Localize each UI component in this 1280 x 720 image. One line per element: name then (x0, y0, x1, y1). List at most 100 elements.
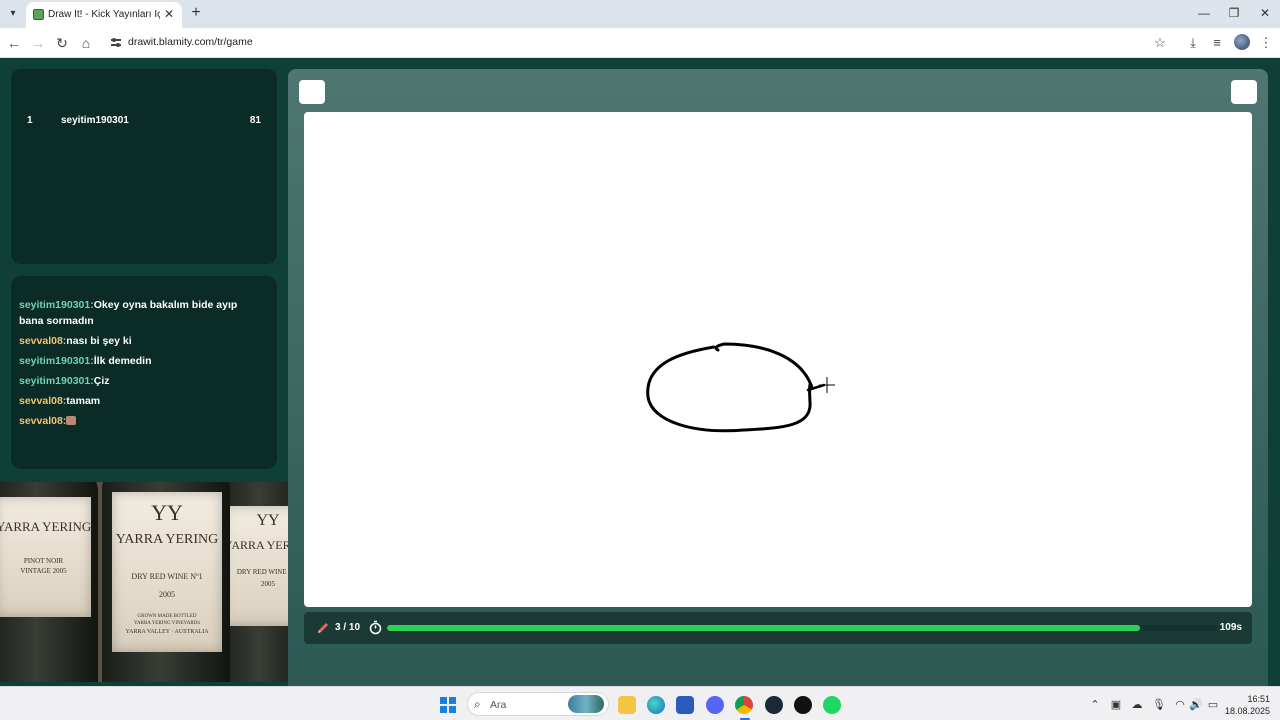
timer-icon (369, 620, 382, 635)
player-rank: 1 (27, 115, 33, 126)
pencil-icon (318, 623, 328, 633)
wifi-icon[interactable]: ◠ (1173, 698, 1187, 712)
chat-username: sevval08: (19, 335, 67, 347)
chat-message: seyitim190301:İlk demedin (19, 353, 259, 369)
minimize-button[interactable]: — (1195, 4, 1213, 22)
address-bar[interactable]: drawit.blamity.com/tr/game (128, 36, 253, 48)
chat-message: seyitim190301:Okey oyna bakalım bide ayı… (19, 297, 259, 329)
system-clock[interactable]: 16:51 18.08.2025 (1225, 693, 1270, 717)
volume-icon[interactable]: 🔊 (1189, 698, 1203, 712)
game-area: 3 / 10 109s (288, 69, 1268, 686)
chat-message: sevval08:nası bi şey ki (19, 333, 259, 349)
back-button[interactable]: ← (5, 34, 23, 52)
crosshair-cursor-icon (819, 377, 835, 393)
right-corner-button[interactable] (1231, 80, 1257, 104)
bottle-label-center: YY YARRA YERING DRY RED WINE Nº1 2005 GR… (112, 492, 222, 652)
edge-browser-icon[interactable] (647, 696, 665, 714)
wine-bottle-left: YARRA YERING PINOT NOIR VINTAGE 2005 (0, 482, 98, 682)
bottle-label-left: YARRA YERING PINOT NOIR VINTAGE 2005 (0, 497, 91, 617)
chat-panel: seyitim190301:Okey oyna bakalım bide ayı… (11, 276, 277, 469)
spotify-icon[interactable] (823, 696, 841, 714)
file-explorer-icon[interactable] (618, 696, 636, 714)
label-vintage: VINTAGE 2005 (20, 567, 67, 575)
browser-menu-icon[interactable]: ⋮ (1257, 34, 1275, 52)
drawing-canvas[interactable] (304, 112, 1252, 607)
close-window-button[interactable]: ✕ (1256, 4, 1274, 22)
chat-message: sevval08: (19, 413, 259, 429)
chat-username: sevval08: (19, 395, 67, 407)
clock-time: 16:51 (1247, 694, 1270, 704)
tab-title: Draw It! - Kick Yayınları İçin Çizi (48, 9, 160, 20)
scoreboard-panel: 1 seyitim190301 81 (11, 69, 277, 264)
chat-username: sevval08: (19, 415, 67, 427)
chat-message: sevval08:tamam (19, 393, 259, 409)
clock-date: 18.08.2025 (1224, 706, 1270, 716)
site-info-icon[interactable] (110, 36, 122, 48)
wine-bottle-center: YY YARRA YERING DRY RED WINE Nº1 2005 GR… (102, 482, 230, 682)
game-page: 1 seyitim190301 81 seyitim190301:Okey oy… (0, 59, 1280, 686)
webcam-overlay: YARRA YERING PINOT NOIR VINTAGE 2005 YY … (0, 482, 301, 682)
timer-progress-track (387, 625, 1217, 631)
label-fineprint: GROWN MADE BOTTLED (137, 614, 197, 619)
chat-text: İlk demedin (93, 355, 152, 367)
discord-icon[interactable] (706, 696, 724, 714)
store-icon[interactable] (676, 696, 694, 714)
round-status-bar: 3 / 10 109s (304, 612, 1252, 644)
taskbar-search[interactable]: ⌕ Ara (467, 692, 609, 716)
downloads-icon[interactable]: ⤓ (1184, 34, 1202, 52)
drawing-layer (646, 342, 835, 433)
chat-username: seyitim190301: (19, 355, 94, 367)
reload-button[interactable]: ↻ (53, 34, 71, 52)
steam-icon[interactable] (765, 696, 783, 714)
tab-close-icon[interactable]: ✕ (162, 7, 176, 21)
time-remaining: 109s (1219, 622, 1242, 633)
browser-tab-strip: ▾ Draw It! - Kick Yayınları İçin Çizi ✕ … (0, 0, 1280, 28)
browser-toolbar: ← → ↻ ⌂ drawit.blamity.com/tr/game ☆ ⤓ ≡… (0, 28, 1280, 58)
forward-button[interactable]: → (29, 34, 47, 52)
tray-overflow-chevron-icon[interactable]: ⌃ (1088, 698, 1102, 712)
battery-icon[interactable]: ▭ (1206, 698, 1220, 712)
scoreboard-row: 1 seyitim190301 81 (11, 115, 277, 129)
chat-text: nası bi şey ki (66, 335, 132, 347)
search-icon: ⌕ (474, 697, 481, 711)
tray-app-icon[interactable]: ▣ (1109, 698, 1123, 712)
new-tab-button[interactable]: + (188, 5, 204, 21)
browser-tab-active[interactable]: Draw It! - Kick Yayınları İçin Çizi ✕ (26, 2, 182, 28)
left-corner-button[interactable] (299, 80, 325, 104)
label-vintage: 2005 (159, 590, 175, 599)
chat-text: tamam (66, 395, 101, 407)
emoji-icon (66, 416, 77, 425)
onedrive-icon[interactable]: ☁ (1130, 698, 1144, 712)
label-brand: YARRA YERING (115, 532, 219, 547)
windows-start-icon[interactable] (440, 697, 456, 713)
label-wine: DRY RED WINE Nº1 (131, 572, 203, 581)
chat-message: seyitim190301:Çiz (19, 373, 259, 389)
round-counter: 3 / 10 (335, 622, 361, 633)
drawn-stroke (646, 342, 814, 433)
label-fineprint: YARRA YERING VINEYARDS (133, 621, 201, 626)
restore-button[interactable]: ❐ (1225, 4, 1243, 22)
chat-username: seyitim190301: (19, 299, 94, 311)
bookmark-star-icon[interactable]: ☆ (1151, 34, 1169, 52)
tab-search-chevron-icon[interactable]: ▾ (5, 6, 21, 22)
label-wine: PINOT NOIR (23, 557, 64, 565)
chat-message-list: seyitim190301:Okey oyna bakalım bide ayı… (19, 297, 259, 433)
favicon-icon (33, 9, 44, 20)
player-name: seyitim190301 (61, 115, 129, 126)
search-highlight-image (568, 695, 604, 713)
label-logo: YY (151, 500, 183, 525)
microphone-icon[interactable]: 🎙 (1152, 698, 1166, 712)
player-score: 81 (249, 115, 261, 126)
chat-text: Çiz (93, 375, 110, 387)
search-placeholder: Ara (490, 699, 507, 711)
home-button[interactable]: ⌂ (77, 34, 95, 52)
label-fineprint: YARRA VALLEY · AUSTRALIA (125, 629, 209, 635)
chat-username: seyitim190301: (19, 375, 94, 387)
label-brand: YARRA YERING (0, 519, 92, 534)
media-controls-icon[interactable]: ≡ (1208, 34, 1226, 52)
timer-progress-fill (387, 625, 1140, 631)
chrome-icon[interactable] (735, 696, 753, 714)
os-taskbar: ⌕ Ara ⌃ ▣ ☁ 🎙 ◠ 🔊 ▭ 16:51 18.08.2025 (0, 686, 1280, 720)
app-icon[interactable] (794, 696, 812, 714)
profile-avatar[interactable] (1234, 34, 1250, 50)
